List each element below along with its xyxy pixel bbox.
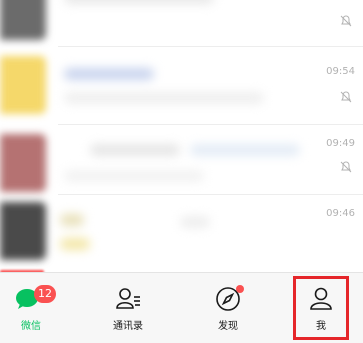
highlight-box [293, 276, 349, 340]
chat-list: 09:54 09:49 09:46 [0, 0, 363, 272]
tab-contacts[interactable]: 通讯录 [92, 273, 164, 337]
avatar [0, 202, 46, 260]
unread-badge: 12 [34, 285, 56, 303]
chat-row[interactable]: 09:46 [0, 194, 363, 272]
notification-dot [236, 285, 244, 293]
avatar [0, 134, 46, 192]
tab-chats[interactable]: 12 微信 [0, 273, 72, 337]
mute-bell-icon [340, 91, 352, 103]
tab-discover[interactable]: 发现 [192, 273, 264, 337]
avatar [0, 56, 46, 114]
tab-label: 微信 [21, 321, 41, 332]
contacts-icon [116, 288, 140, 309]
chat-row[interactable]: 09:54 [0, 46, 363, 130]
mute-bell-icon [340, 161, 352, 173]
mute-bell-icon [340, 15, 352, 27]
tab-label: 通讯录 [113, 321, 143, 332]
tab-label: 发现 [218, 321, 238, 332]
message-time: 09:54 [326, 66, 355, 77]
avatar [0, 0, 46, 40]
message-time: 09:46 [326, 208, 355, 219]
message-time: 09:49 [326, 138, 355, 149]
